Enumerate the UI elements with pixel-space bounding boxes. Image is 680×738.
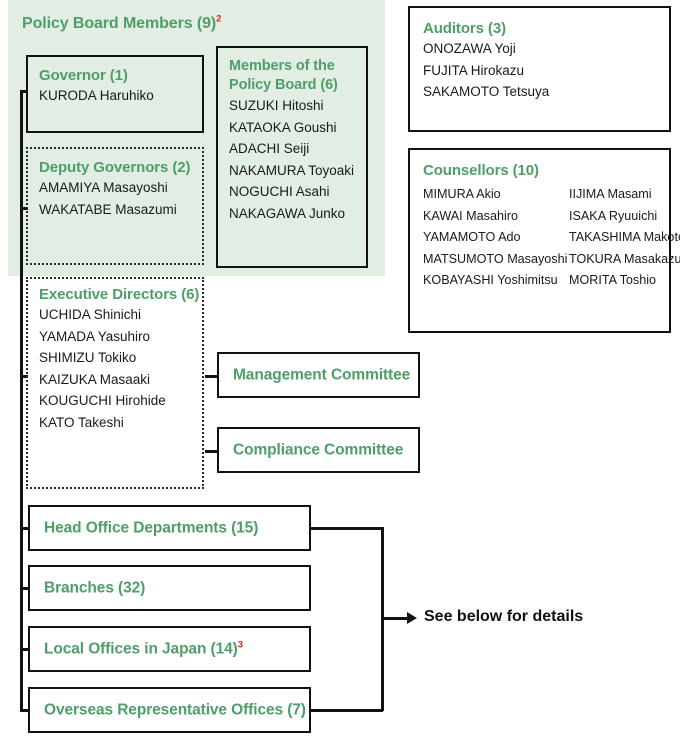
connector-arrow-shaft bbox=[381, 617, 409, 620]
policy-board-member: SUZUKI Hitoshi bbox=[229, 98, 324, 113]
policy-board-member: NOGUCHI Asahi bbox=[229, 184, 330, 199]
deputy-governors-box: Deputy Governors (2) AMAMIYA Masayoshi W… bbox=[26, 147, 204, 265]
footnote-marker-2: 2 bbox=[216, 13, 222, 25]
footnote-marker-3: 3 bbox=[237, 639, 243, 651]
governor-member: KURODA Haruhiko bbox=[39, 88, 154, 103]
management-committee-box: Management Committee bbox=[217, 352, 420, 398]
deputy-governor-member: WAKATABE Masazumi bbox=[39, 201, 177, 217]
local-offices-box: Local Offices in Japan (14)3 bbox=[28, 626, 311, 672]
executive-director-member: SHIMIZU Tokiko bbox=[39, 350, 137, 365]
counsellor-member: MIMURA Akio bbox=[423, 187, 501, 201]
counsellor-member: TOKURA Masakazu bbox=[569, 251, 680, 266]
auditors-heading: Auditors (3) bbox=[423, 20, 506, 37]
counsellors-box: Counsellors (10) MIMURA Akio KAWAI Masah… bbox=[408, 148, 680, 333]
head-office-departments-box: Head Office Departments (15) bbox=[28, 505, 311, 551]
connector-bracket-top bbox=[311, 527, 383, 530]
policy-board-member: NAKAMURA Toyoaki bbox=[229, 162, 355, 178]
auditor-member: FUJITA Hirokazu bbox=[423, 62, 525, 78]
connector-bracket-bottom bbox=[311, 709, 383, 712]
auditors-box: Auditors (3) ONOZAWA Yoji FUJITA Hirokaz… bbox=[408, 6, 671, 132]
counsellors-heading: Counsellors (10) bbox=[423, 162, 539, 179]
executive-director-member: KATO Takeshi bbox=[39, 414, 124, 430]
branches-label-text: Branches (32) bbox=[44, 579, 146, 597]
executive-director-member: KAIZUKA Masaaki bbox=[39, 371, 151, 387]
policy-board-panel-title: Policy Board Members (9)2 bbox=[22, 14, 221, 33]
auditor-member: SAKAMOTO Tetsuya bbox=[423, 84, 550, 99]
branches-label: Branches (32) bbox=[44, 579, 145, 598]
policy-board-member: ADACHI Seiji bbox=[229, 141, 310, 156]
executive-director-member: KOUGUCHI Hirohide bbox=[39, 393, 166, 408]
counsellor-member: TAKASHIMA Makoto bbox=[569, 230, 680, 244]
executive-directors-box: Executive Directors (6) UCHIDA Shinichi … bbox=[26, 277, 204, 489]
counsellor-member: IIJIMA Masami bbox=[569, 187, 652, 201]
org-chart-root: Policy Board Members (9)2 Governor (1) K… bbox=[0, 0, 680, 738]
policy-board-member: NAKAGAWA Junko bbox=[229, 205, 346, 221]
deputy-governors-heading: Deputy Governors (2) bbox=[39, 159, 191, 176]
counsellor-member: MORITA Toshio bbox=[569, 273, 657, 287]
connector-main-spine bbox=[20, 90, 23, 710]
members-of-policy-board-heading-line2: Policy Board (6) bbox=[229, 77, 338, 93]
counsellor-member: ISAKA Ryuuichi bbox=[569, 208, 658, 223]
see-below-for-details-label: See below for details bbox=[424, 608, 584, 625]
branches-box: Branches (32) bbox=[28, 565, 311, 611]
compliance-committee-box: Compliance Committee bbox=[217, 427, 420, 473]
counsellor-member: YAMAMOTO Ado bbox=[423, 230, 521, 244]
policy-board-member: KATAOKA Goushi bbox=[229, 119, 337, 135]
arrow-right-icon bbox=[407, 612, 417, 624]
overseas-offices-box: Overseas Representative Offices (7) bbox=[28, 687, 311, 733]
executive-directors-heading: Executive Directors (6) bbox=[39, 286, 200, 303]
compliance-committee-label: Compliance Committee bbox=[233, 441, 404, 459]
policy-board-panel-title-text: Policy Board Members (9) bbox=[22, 15, 217, 32]
deputy-governor-member: AMAMIYA Masayoshi bbox=[39, 180, 168, 195]
head-office-departments-label: Head Office Departments (15) bbox=[44, 519, 258, 538]
overseas-offices-label-text: Overseas Representative Offices (7) bbox=[44, 701, 306, 719]
head-office-departments-label-text: Head Office Departments (15) bbox=[44, 519, 259, 537]
counsellor-member: KAWAI Masahiro bbox=[423, 208, 518, 223]
counsellors-column-2: IIJIMA Masami ISAKA Ryuuichi TAKASHIMA M… bbox=[569, 184, 680, 292]
members-of-policy-board-heading-line1: Members of the bbox=[229, 58, 335, 74]
governor-heading: Governor (1) bbox=[39, 67, 128, 84]
counsellors-column-1: MIMURA Akio KAWAI Masahiro YAMAMOTO Ado … bbox=[423, 184, 568, 292]
local-offices-label: Local Offices in Japan (14)3 bbox=[44, 640, 243, 659]
members-of-policy-board-box: Members of the Policy Board (6) SUZUKI H… bbox=[216, 46, 368, 268]
governor-box: Governor (1) KURODA Haruhiko bbox=[26, 55, 204, 133]
executive-director-member: UCHIDA Shinichi bbox=[39, 307, 142, 322]
local-offices-label-text: Local Offices in Japan (14) bbox=[44, 640, 238, 658]
overseas-offices-label: Overseas Representative Offices (7) bbox=[44, 701, 306, 720]
counsellor-member: MATSUMOTO Masayoshi bbox=[423, 251, 568, 266]
executive-director-member: YAMADA Yasuhiro bbox=[39, 328, 151, 344]
counsellor-member: KOBAYASHI Yoshimitsu bbox=[423, 273, 558, 287]
auditor-member: ONOZAWA Yoji bbox=[423, 41, 516, 56]
management-committee-label: Management Committee bbox=[233, 366, 411, 384]
counsellors-columns: MIMURA Akio KAWAI Masahiro YAMAMOTO Ado … bbox=[423, 184, 680, 292]
